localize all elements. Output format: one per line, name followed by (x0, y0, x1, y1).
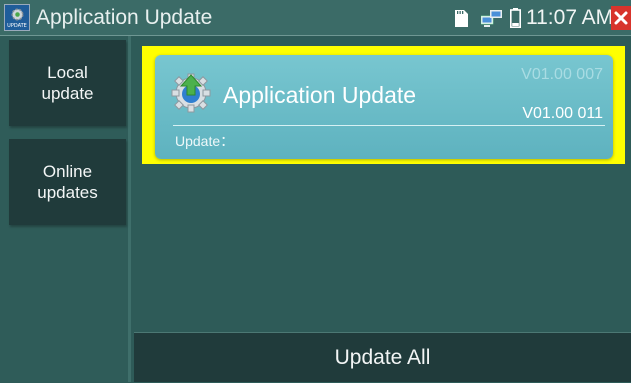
main-panel: Application Update V01.00 007 V01.00 011… (134, 36, 631, 382)
sd-card-icon (455, 10, 468, 27)
sidebar-item-label: Online updates (37, 162, 98, 202)
status-clock: 11:07 AM (526, 6, 614, 29)
current-version: V01.00 007 (521, 66, 603, 83)
sidebar-item-online-updates[interactable]: Online updates (9, 139, 126, 225)
battery-icon (510, 8, 521, 28)
window-title: Application Update (36, 6, 213, 29)
update-gear-icon (171, 73, 211, 113)
network-icon (481, 10, 502, 27)
title-bar: UPDATE Application Update 11:07 AM (0, 0, 631, 36)
divider (173, 125, 605, 126)
gear-icon (11, 8, 24, 21)
card-title: Application Update (223, 82, 417, 108)
update-status-label: Update： (175, 133, 235, 149)
update-all-button[interactable]: Update All (134, 332, 631, 382)
update-gear-icon: UPDATE (4, 4, 30, 31)
sidebar: Local update Online updates (0, 36, 131, 382)
new-version: V01.00 011 (522, 105, 603, 122)
app-icon-tag: UPDATE (7, 23, 27, 29)
update-item-card[interactable]: Application Update V01.00 007 V01.00 011… (155, 55, 613, 159)
close-icon[interactable] (611, 6, 631, 30)
sidebar-item-label: Local update (41, 63, 94, 103)
sidebar-item-local-update[interactable]: Local update (9, 40, 126, 126)
